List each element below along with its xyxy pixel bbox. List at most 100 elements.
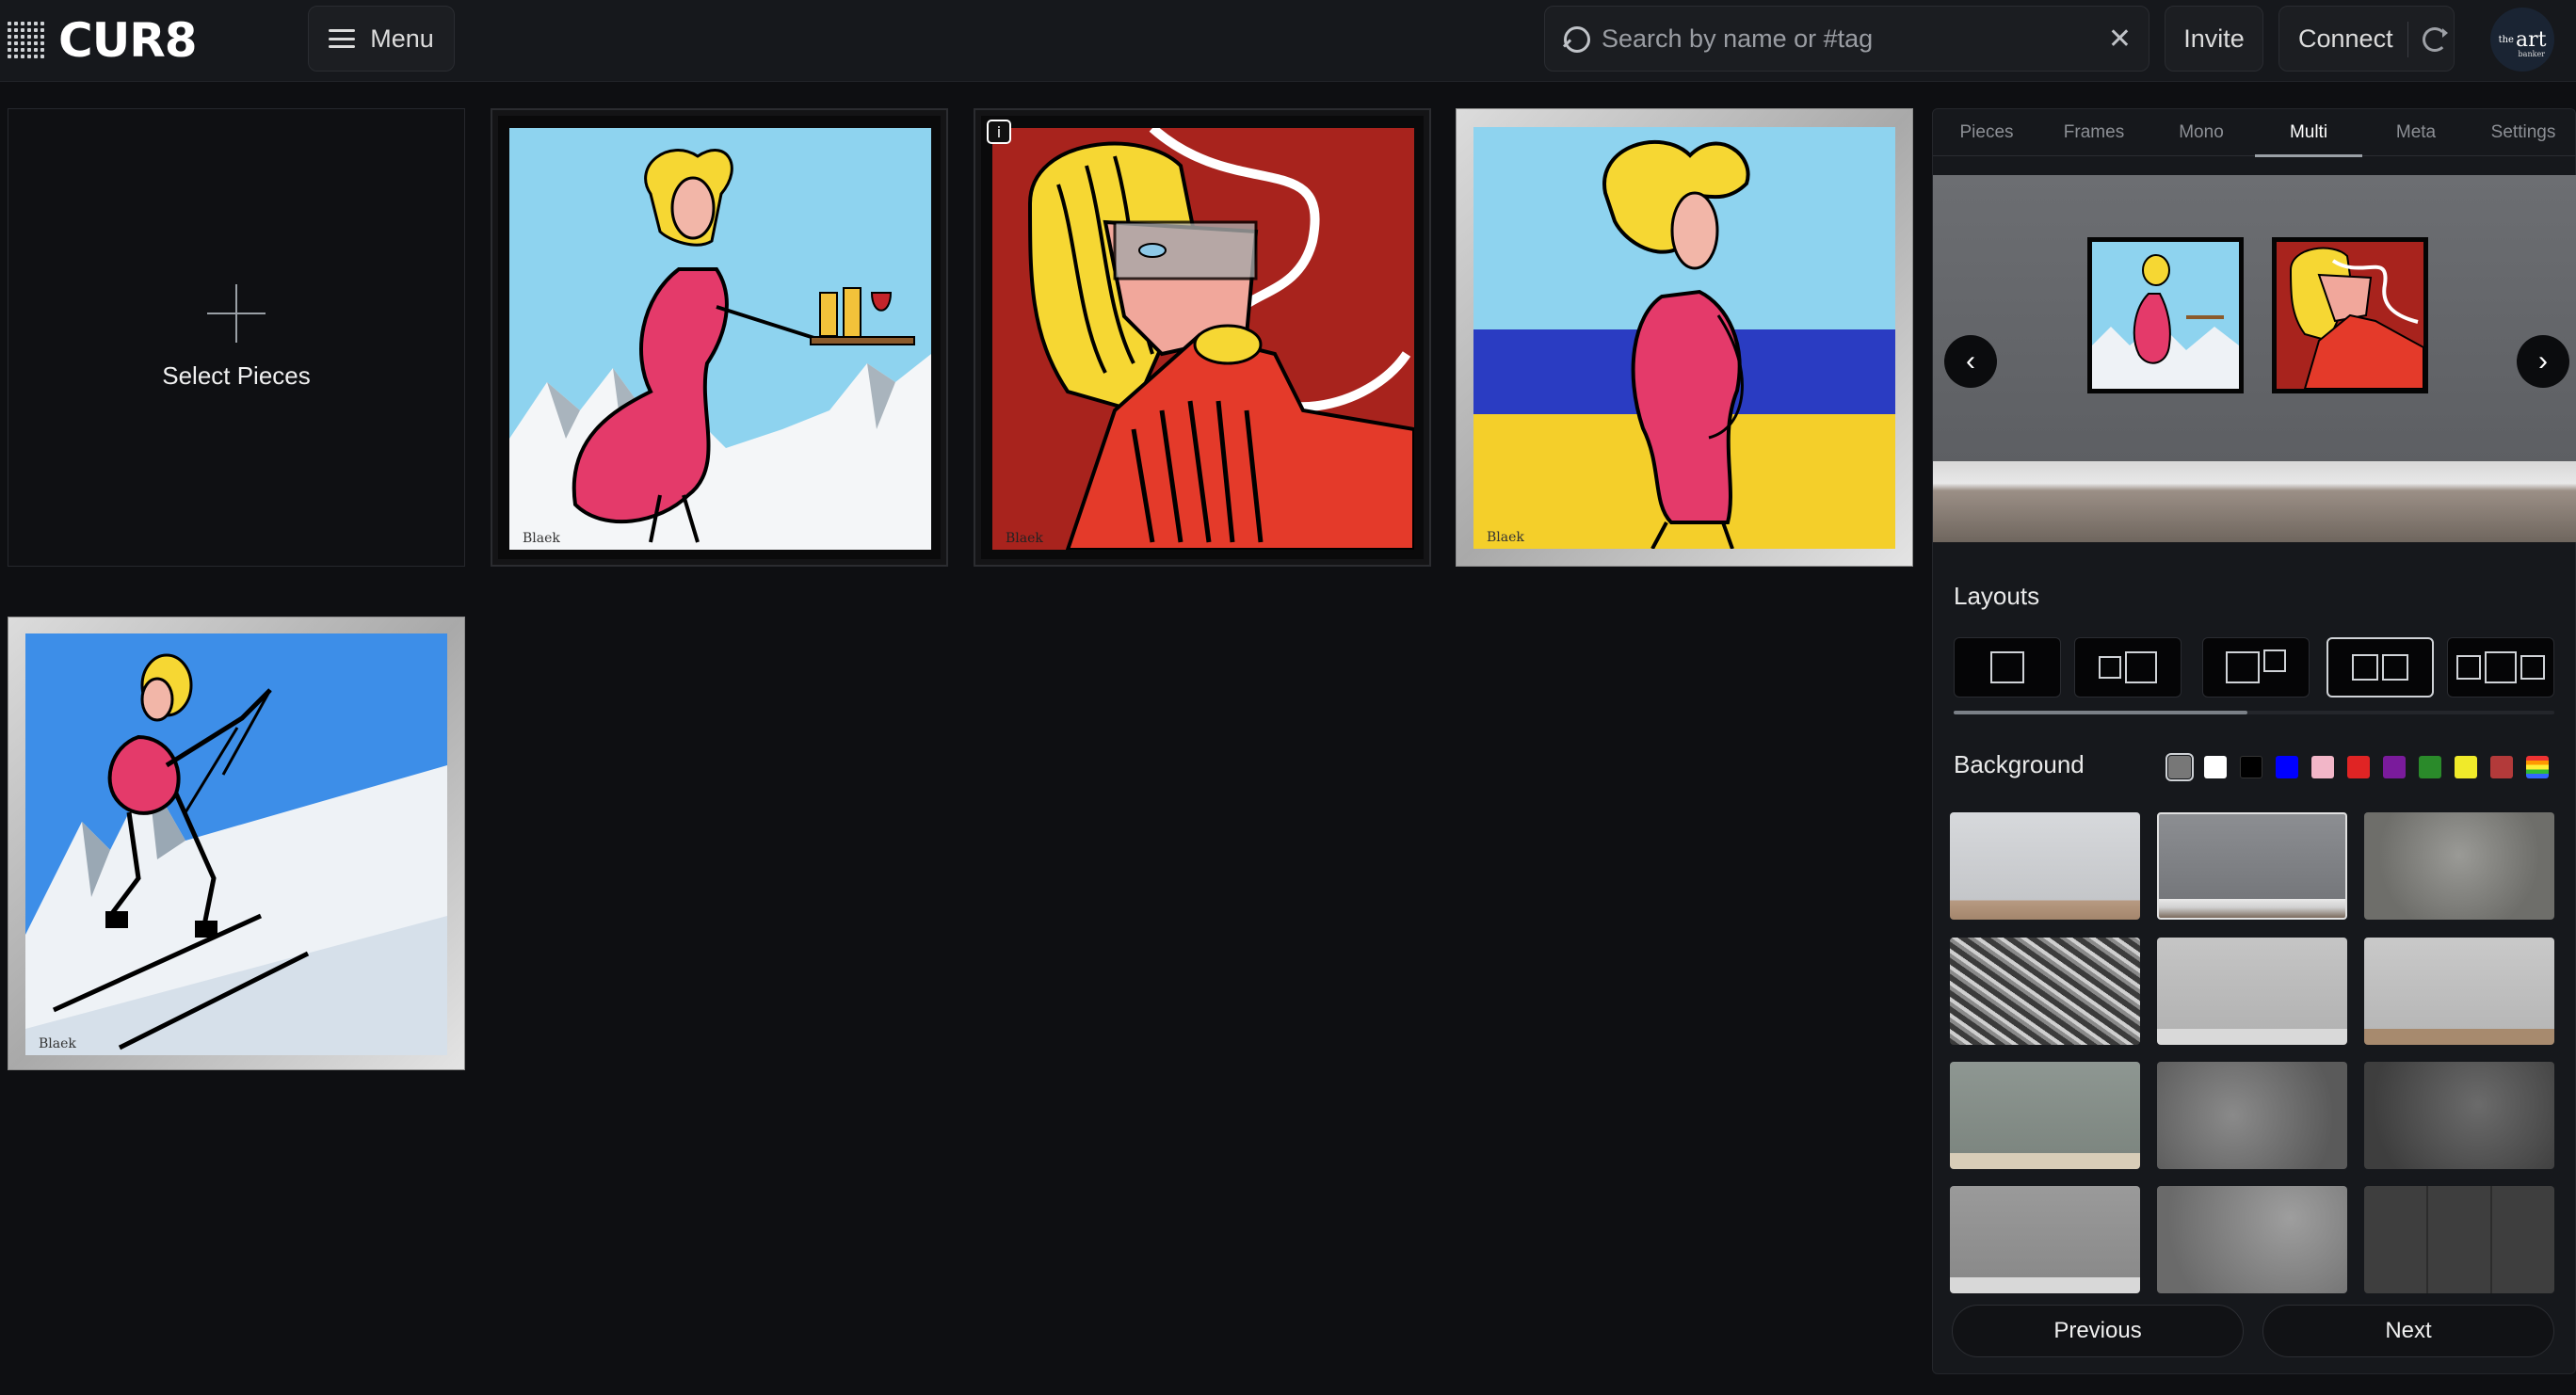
swatch-grey[interactable]	[2165, 753, 2194, 781]
background-option[interactable]	[2364, 812, 2554, 920]
tab-mono[interactable]: Mono	[2148, 109, 2255, 156]
background-option[interactable]	[2157, 1186, 2347, 1293]
layout-frame-icon	[2520, 655, 2545, 680]
plus-icon	[207, 284, 266, 343]
tab-label: Frames	[2063, 122, 2125, 142]
layout-frame-icon	[2226, 651, 2260, 683]
background-option[interactable]	[2364, 1186, 2554, 1293]
tab-label: Settings	[2490, 122, 2556, 142]
app-logo[interactable]: CUR8	[8, 13, 198, 68]
tab-frames[interactable]: Frames	[2040, 109, 2148, 156]
customize-panel: Pieces Frames Mono Multi Meta Settings ‹…	[1932, 108, 2576, 1374]
logo-dots-icon	[8, 22, 45, 59]
search-icon	[1562, 24, 1590, 53]
layout-frame-icon	[2099, 656, 2121, 679]
layout-option-double[interactable]	[2074, 637, 2182, 698]
tab-label: Mono	[2179, 122, 2224, 142]
layouts-title: Layouts	[1954, 582, 2040, 610]
svg-text:Blaek: Blaek	[1006, 531, 1043, 546]
layout-frame-icon	[2125, 651, 2157, 683]
preview-artwork	[2272, 237, 2428, 393]
swatch-yellow[interactable]	[2455, 756, 2477, 778]
previous-button[interactable]: Previous	[1952, 1305, 2244, 1357]
tab-pieces[interactable]: Pieces	[1933, 109, 2040, 156]
menu-button[interactable]: Menu	[308, 6, 455, 72]
avatar[interactable]: the art banker	[2490, 8, 2554, 72]
layout-option-double-offset[interactable]	[2202, 637, 2310, 698]
swatch-green[interactable]	[2419, 756, 2441, 778]
swatch-brick[interactable]	[2490, 756, 2513, 778]
invite-button[interactable]: Invite	[2165, 6, 2263, 72]
layout-frame-icon	[2456, 655, 2481, 680]
artwork-image: Blaek	[1473, 127, 1895, 549]
search-input[interactable]	[1602, 24, 2108, 54]
previous-label: Previous	[2053, 1318, 2142, 1343]
background-option[interactable]	[1950, 1062, 2140, 1169]
artwork-tile[interactable]: Blaek	[8, 617, 465, 1070]
swatch-pink[interactable]	[2311, 756, 2334, 778]
next-label: Next	[2385, 1318, 2432, 1343]
tab-multi[interactable]: Multi	[2255, 109, 2362, 157]
connect-button[interactable]: Connect	[2278, 6, 2455, 72]
layout-frame-icon	[2485, 651, 2517, 683]
svg-text:Blaek: Blaek	[39, 1036, 76, 1051]
room-preview: ‹ ›	[1933, 175, 2576, 542]
preview-next-button[interactable]: ›	[2517, 335, 2569, 388]
background-option[interactable]	[2157, 812, 2347, 920]
artwork-image: Blaek	[25, 633, 447, 1055]
swatch-white[interactable]	[2204, 756, 2227, 778]
swatch-purple[interactable]	[2383, 756, 2406, 778]
select-pieces-tile[interactable]: Select Pieces	[8, 108, 465, 567]
avatar-word: art	[2515, 27, 2547, 52]
tab-meta[interactable]: Meta	[2362, 109, 2470, 156]
info-icon[interactable]: i	[987, 120, 1011, 144]
search-bar: ✕	[1544, 6, 2149, 72]
top-header: CUR8 Menu ✕ Invite Connect the art banke…	[0, 0, 2576, 82]
layout-option-double-equal[interactable]	[2326, 637, 2434, 698]
swatch-rainbow[interactable]	[2526, 756, 2549, 778]
artwork-tile[interactable]: Blaek i	[974, 108, 1431, 567]
swatch-red[interactable]	[2347, 756, 2370, 778]
artwork-image: Blaek	[509, 128, 931, 550]
refresh-icon[interactable]	[2423, 27, 2448, 52]
background-option[interactable]	[2157, 938, 2347, 1045]
panel-tabs: Pieces Frames Mono Multi Meta Settings	[1933, 109, 2576, 157]
tab-settings[interactable]: Settings	[2470, 109, 2576, 156]
layout-option-triple[interactable]	[2447, 637, 2554, 698]
divider	[2407, 22, 2408, 57]
background-option[interactable]	[2157, 1062, 2347, 1169]
background-option[interactable]	[1950, 938, 2140, 1045]
swatch-blue[interactable]	[2276, 756, 2298, 778]
layout-frame-icon	[2263, 649, 2286, 672]
preview-artwork	[2087, 237, 2244, 393]
layout-option-single[interactable]	[1954, 637, 2061, 698]
background-option[interactable]	[1950, 812, 2140, 920]
connect-label: Connect	[2298, 24, 2393, 53]
avatar-suffix: banker	[2518, 50, 2545, 58]
select-pieces-label: Select Pieces	[162, 361, 311, 390]
preview-prev-button[interactable]: ‹	[1944, 335, 1997, 388]
svg-text:Blaek: Blaek	[1487, 530, 1524, 545]
layout-frame-icon	[1990, 651, 2024, 683]
background-option[interactable]	[2364, 1062, 2554, 1169]
avatar-prefix: the	[2498, 34, 2514, 45]
close-icon[interactable]: ✕	[2108, 23, 2132, 56]
swatch-black[interactable]	[2240, 756, 2262, 778]
background-title: Background	[1954, 750, 2085, 778]
layout-frame-icon	[2382, 654, 2408, 681]
tab-label: Meta	[2395, 122, 2437, 142]
artwork-tile[interactable]: Blaek	[491, 108, 948, 567]
artwork-image: Blaek	[992, 128, 1414, 550]
info-label: i	[996, 122, 1002, 141]
layout-scrollbar-thumb[interactable]	[1954, 711, 2247, 714]
background-option[interactable]	[1950, 1186, 2140, 1293]
artwork-tile[interactable]: Blaek	[1456, 108, 1913, 567]
tab-label: Pieces	[1959, 122, 2014, 142]
svg-text:Blaek: Blaek	[523, 531, 560, 546]
chevron-left-icon: ‹	[1966, 345, 1975, 377]
next-button[interactable]: Next	[2262, 1305, 2554, 1357]
invite-label: Invite	[2183, 24, 2245, 53]
tab-label: Multi	[2289, 122, 2328, 142]
menu-label: Menu	[370, 24, 434, 53]
background-option[interactable]	[2364, 938, 2554, 1045]
